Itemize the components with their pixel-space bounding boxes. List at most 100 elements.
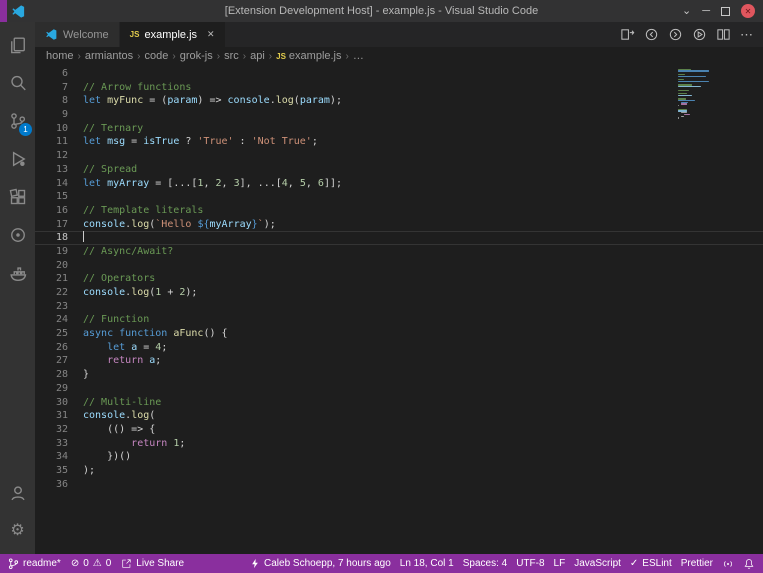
line-number[interactable]: 22 bbox=[35, 286, 68, 300]
code-line[interactable]: 13 // Spread bbox=[35, 163, 763, 177]
line-number[interactable]: 32 bbox=[35, 423, 68, 437]
code-line[interactable]: 25 async function aFunc() { bbox=[35, 327, 763, 341]
breadcrumb-item[interactable]: api bbox=[250, 50, 265, 62]
code-line[interactable]: 12 bbox=[35, 149, 763, 163]
more-actions-icon[interactable]: ⋯ bbox=[740, 28, 753, 41]
line-number[interactable]: 8 bbox=[35, 94, 68, 108]
line-number[interactable]: 13 bbox=[35, 163, 68, 177]
code-line[interactable]: 22 console.log(1 + 2); bbox=[35, 286, 763, 300]
activity-item-run-debug[interactable] bbox=[0, 140, 35, 178]
code-line[interactable]: 19 // Async/Await? bbox=[35, 245, 763, 259]
code-line[interactable]: 24 // Function bbox=[35, 313, 763, 327]
line-number[interactable]: 23 bbox=[35, 300, 68, 314]
line-number[interactable]: 36 bbox=[35, 478, 68, 492]
navigate-back-icon[interactable] bbox=[644, 27, 659, 42]
activity-item-search[interactable] bbox=[0, 64, 35, 102]
breadcrumb-item[interactable]: src bbox=[224, 50, 239, 62]
line-number[interactable]: 17 bbox=[35, 218, 68, 232]
line-number[interactable]: 21 bbox=[35, 272, 68, 286]
code-line[interactable]: 29 bbox=[35, 382, 763, 396]
tab-close-icon[interactable]: ✕ bbox=[207, 29, 215, 40]
live-share-status[interactable]: Live Share bbox=[121, 558, 184, 569]
activity-item-docker[interactable] bbox=[0, 254, 35, 292]
code-line[interactable]: 6 bbox=[35, 67, 763, 81]
line-number[interactable]: 35 bbox=[35, 464, 68, 478]
code-line[interactable]: 16 // Template literals bbox=[35, 204, 763, 218]
code-line[interactable]: 36 bbox=[35, 478, 763, 492]
code-line[interactable]: 20 bbox=[35, 259, 763, 273]
activity-item-explorer[interactable] bbox=[0, 26, 35, 64]
code-line[interactable]: 8 let myFunc = (param) => console.log(par… bbox=[35, 94, 763, 108]
code-line[interactable]: 34 })() bbox=[35, 450, 763, 464]
line-number[interactable]: 16 bbox=[35, 204, 68, 218]
line-number[interactable]: 29 bbox=[35, 382, 68, 396]
line-number[interactable]: 19 bbox=[35, 245, 68, 259]
indentation-status[interactable]: Spaces: 4 bbox=[463, 558, 507, 569]
gitlens-blame[interactable]: Caleb Schoepp, 7 hours ago bbox=[250, 558, 391, 569]
activity-item-source-control[interactable]: 1 bbox=[0, 102, 35, 140]
breadcrumb-item[interactable]: armiantos bbox=[85, 50, 133, 62]
code-line[interactable]: 18 bbox=[35, 231, 763, 245]
split-editor-icon[interactable] bbox=[716, 27, 731, 42]
notifications-status[interactable] bbox=[743, 558, 755, 570]
code-line[interactable]: 28} bbox=[35, 368, 763, 382]
line-number[interactable]: 12 bbox=[35, 149, 68, 163]
prettier-status[interactable]: Prettier bbox=[681, 558, 713, 569]
breadcrumb-item[interactable]: code bbox=[145, 50, 169, 62]
code-line[interactable]: 31 console.log( bbox=[35, 409, 763, 423]
line-number[interactable]: 31 bbox=[35, 409, 68, 423]
cursor-position[interactable]: Ln 18, Col 1 bbox=[400, 558, 454, 569]
line-number[interactable]: 18 bbox=[35, 231, 68, 245]
activity-item-accounts[interactable] bbox=[0, 474, 35, 512]
line-number[interactable]: 34 bbox=[35, 450, 68, 464]
minimize-button[interactable]: ─ bbox=[702, 5, 710, 17]
code-line[interactable]: 7 // Arrow functions bbox=[35, 81, 763, 95]
broadcast-status[interactable] bbox=[722, 558, 734, 570]
encoding-status[interactable]: UTF-8 bbox=[516, 558, 544, 569]
code-line[interactable]: 27 return a; bbox=[35, 354, 763, 368]
minimap[interactable] bbox=[678, 67, 712, 121]
run-file-icon[interactable] bbox=[692, 27, 707, 42]
code-line[interactable]: 17 console.log(`Hello ${myArray}`); bbox=[35, 218, 763, 232]
breadcrumb-item[interactable]: grok-js bbox=[180, 50, 213, 62]
code-line[interactable]: 30 // Multi-line bbox=[35, 396, 763, 410]
git-branch-status[interactable]: readme* bbox=[8, 557, 61, 570]
code-line[interactable]: 26 let a = 4; bbox=[35, 341, 763, 355]
maximize-button[interactable] bbox=[721, 6, 730, 16]
line-number[interactable]: 20 bbox=[35, 259, 68, 273]
line-number[interactable]: 33 bbox=[35, 437, 68, 451]
close-button[interactable]: ✕ bbox=[741, 4, 755, 18]
activity-item-extensions[interactable] bbox=[0, 178, 35, 216]
line-number[interactable]: 26 bbox=[35, 341, 68, 355]
code-line[interactable]: 15 bbox=[35, 190, 763, 204]
editor[interactable]: 6 7 // Arrow functions 8 let myFunc = (param… bbox=[35, 65, 763, 554]
code-line[interactable]: 23 bbox=[35, 300, 763, 314]
navigate-forward-icon[interactable] bbox=[668, 27, 683, 42]
line-number[interactable]: 25 bbox=[35, 327, 68, 341]
tab-example-js[interactable]: JS example.js ✕ bbox=[119, 22, 225, 47]
language-mode[interactable]: JavaScript bbox=[574, 558, 621, 569]
line-number[interactable]: 28 bbox=[35, 368, 68, 382]
breadcrumb-item[interactable]: JS example.js bbox=[276, 50, 341, 62]
line-number[interactable]: 15 bbox=[35, 190, 68, 204]
breadcrumb-item[interactable]: … bbox=[353, 50, 364, 62]
eol-status[interactable]: LF bbox=[554, 558, 566, 569]
line-number[interactable]: 6 bbox=[35, 67, 68, 81]
code-line[interactable]: 33 return 1; bbox=[35, 437, 763, 451]
line-number[interactable]: 7 bbox=[35, 81, 68, 95]
breadcrumb-item[interactable]: home bbox=[46, 50, 74, 62]
code-line[interactable]: 14 let myArray = [...[1, 2, 3], ...[4, 5,… bbox=[35, 177, 763, 191]
code-line[interactable]: 35); bbox=[35, 464, 763, 478]
window-menu-chevron-icon[interactable]: ⌄ bbox=[682, 5, 691, 17]
line-number[interactable]: 14 bbox=[35, 177, 68, 191]
tab-welcome[interactable]: Welcome bbox=[35, 22, 120, 47]
line-number[interactable]: 9 bbox=[35, 108, 68, 122]
line-number[interactable]: 30 bbox=[35, 396, 68, 410]
line-number[interactable]: 11 bbox=[35, 135, 68, 149]
activity-item-remote-explorer[interactable] bbox=[0, 216, 35, 254]
line-number[interactable]: 10 bbox=[35, 122, 68, 136]
line-number[interactable]: 27 bbox=[35, 354, 68, 368]
eslint-status[interactable]: ✓ ESLint bbox=[630, 558, 672, 569]
open-changes-icon[interactable] bbox=[620, 27, 635, 42]
line-number[interactable]: 24 bbox=[35, 313, 68, 327]
